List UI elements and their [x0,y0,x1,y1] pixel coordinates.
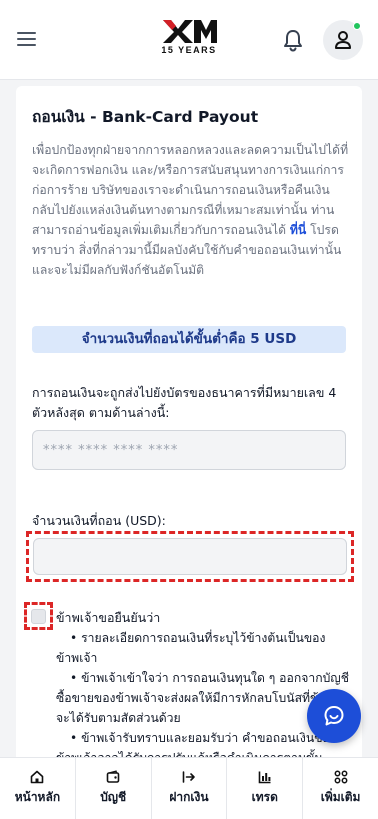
more-info-link[interactable]: ที่นี่ [290,223,306,237]
deposit-icon [182,771,195,783]
avatar[interactable] [323,20,363,60]
nav-deposit-label: ฝากเงิน [169,790,209,804]
chat-icon [324,706,344,726]
nav-home-label: หน้าหลัก [14,790,61,804]
chat-support-button[interactable] [307,689,361,743]
amount-highlight-box [26,531,354,582]
confirm-title: ข้าพเจ้าขอยืนยันว่า [56,610,161,625]
checkbox-highlight-box [24,602,53,630]
nav-home[interactable]: หน้าหลัก [0,758,76,819]
nav-trade[interactable]: เทรด [227,758,304,819]
online-status-dot [353,22,361,30]
nav-deposit[interactable]: ฝากเงิน [152,758,228,819]
withdrawal-card: ถอนเงิน - Bank-Card Payout เพื่อปกป้องทุ… [16,86,362,766]
withdrawal-description: เพื่อปกป้องทุกฝ่ายจากการหลอกหลวงและลดควา… [32,140,350,280]
bottom-navigation: หน้าหลัก บัญชี ฝากเงิน เทรด เพิ่มเติม [0,757,378,819]
xm-logo[interactable]: 15 YEARS [158,18,220,62]
user-icon [335,31,351,49]
grid-icon [334,770,348,784]
home-icon [31,770,44,784]
nav-accounts[interactable]: บัญชี [76,758,152,819]
nav-accounts-label: บัญชี [100,790,127,804]
card-number-field[interactable] [32,430,346,470]
confirm-checkbox[interactable] [31,609,46,624]
nav-more-label: เพิ่มเติม [320,790,361,804]
card-info-text: การถอนเงินจะถูกส่งไปยังบัตรของธนาคารที่ม… [32,385,337,420]
list-item: • รายละเอียดการถอนเงินที่ระบุไว้ข้างต้นเ… [56,631,326,665]
page-title: ถอนเงิน - Bank-Card Payout [32,108,259,126]
logo-subtitle: 15 YEARS [161,45,217,55]
bell-icon[interactable] [282,28,304,52]
amount-label: จำนวนเงินที่ถอน (USD): [32,513,166,528]
menu-icon[interactable] [17,31,37,47]
nav-trade-label: เทรด [251,790,278,804]
chart-icon [258,771,271,784]
nav-more[interactable]: เพิ่มเติม [303,758,378,819]
wallet-icon [106,770,120,783]
amount-input[interactable] [33,538,347,575]
top-header: 15 YEARS [0,0,378,80]
confirm-list: • รายละเอียดการถอนเงินที่ระบุไว้ข้างต้นเ… [56,628,356,766]
minimum-amount-banner: จำนวนเงินที่ถอนได้ขั้นต่ำคือ 5 USD [32,326,346,353]
xm-logo-mark [163,20,217,43]
